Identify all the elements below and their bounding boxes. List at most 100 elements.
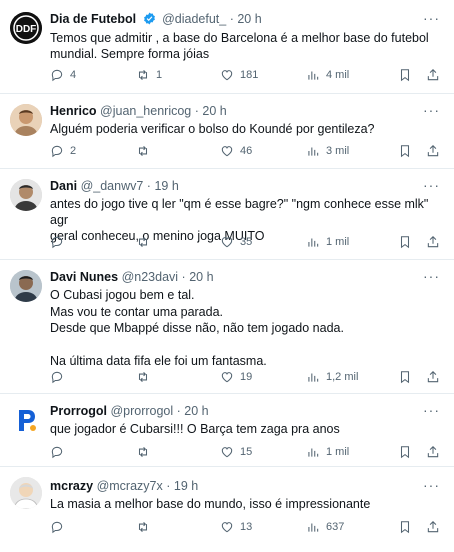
heart-icon (221, 146, 233, 157)
more-options-icon[interactable]: ··· (423, 477, 440, 493)
display-name[interactable]: Dia de Futebol (50, 12, 136, 26)
reply-button[interactable]: 2 (50, 144, 76, 158)
separator-dot: · (146, 179, 151, 193)
share-button[interactable] (426, 144, 440, 158)
retweet-icon (138, 521, 148, 533)
handle[interactable]: @_danwv7 (81, 179, 144, 193)
reply-button[interactable] (50, 235, 70, 249)
tweet-card[interactable]: Dani @_danwv7 · 19 h ··· antes do jogo t… (0, 169, 454, 260)
view-count: 4 mil (326, 69, 350, 81)
reply-button[interactable] (50, 520, 70, 534)
bookmark-button[interactable] (398, 445, 412, 459)
retweet-button[interactable] (136, 445, 156, 459)
avatar[interactable] (10, 179, 42, 211)
view-count: 1 mil (326, 446, 350, 458)
tweet-feed: DDF Dia de Futebol @diadefut_ · 20 h ···… (0, 0, 454, 552)
tweet-text: Temos que admitir , a base do Barcelona … (50, 31, 429, 61)
timestamp[interactable]: 20 h (189, 270, 213, 284)
handle[interactable]: @mcrazy7x (97, 479, 163, 493)
display-name[interactable]: Davi Nunes (50, 270, 118, 284)
ddf-logo-icon: DDF (10, 12, 42, 44)
retweet-button[interactable] (136, 144, 156, 158)
views-button[interactable]: 1,2 mil (306, 370, 358, 384)
more-options-icon[interactable]: ··· (423, 402, 440, 418)
bookmark-button[interactable] (398, 235, 412, 249)
reply-button[interactable]: 4 (50, 68, 76, 82)
like-button[interactable]: 19 (220, 370, 252, 384)
timestamp[interactable]: 19 h (154, 179, 178, 193)
share-button[interactable] (426, 520, 440, 534)
more-options-icon[interactable]: ··· (423, 268, 440, 284)
like-button[interactable]: 13 (220, 520, 252, 534)
reply-button[interactable] (50, 445, 70, 459)
tweet-header: Prorrogol @prorrogol · 20 h (50, 404, 414, 418)
retweet-button[interactable] (136, 370, 156, 384)
share-button[interactable] (426, 370, 440, 384)
like-button[interactable]: 35 (220, 235, 252, 249)
like-count: 181 (240, 69, 259, 81)
separator-dot: · (181, 270, 186, 284)
display-name[interactable]: mcrazy (50, 479, 93, 493)
tweet-header: Henrico @juan_henricog · 20 h (50, 104, 414, 118)
tweet-header: Dani @_danwv7 · 19 h (50, 179, 414, 193)
timestamp[interactable]: 20 h (237, 12, 261, 26)
views-button[interactable]: 1 mil (306, 445, 349, 459)
share-button[interactable] (426, 445, 440, 459)
retweet-button[interactable] (136, 520, 156, 534)
handle[interactable]: @juan_henricog (100, 104, 191, 118)
views-button[interactable]: 1 mil (306, 235, 349, 249)
reply-icon (51, 521, 63, 534)
view-count: 637 (326, 521, 345, 533)
avatar[interactable] (10, 104, 42, 136)
more-options-icon[interactable]: ··· (423, 10, 440, 26)
display-name[interactable]: Prorrogol (50, 404, 107, 418)
more-options-icon[interactable]: ··· (423, 177, 440, 193)
timestamp[interactable]: 20 h (202, 104, 226, 118)
tweet-card[interactable]: Davi Nunes @n23davi · 20 h ··· O Cubasi … (0, 260, 454, 394)
separator-dot: · (229, 12, 234, 26)
reply-icon (51, 145, 63, 158)
bookmark-button[interactable] (398, 68, 412, 82)
display-name[interactable]: Dani (50, 179, 77, 193)
retweet-button[interactable]: 1 (136, 68, 162, 82)
views-button[interactable]: 3 mil (306, 144, 349, 158)
display-name[interactable]: Henrico (50, 104, 97, 118)
handle[interactable]: @diadefut_ (162, 12, 226, 26)
bookmark-button[interactable] (398, 144, 412, 158)
verified-badge-icon (143, 12, 155, 25)
retweet-icon (138, 446, 148, 458)
tweet-card[interactable]: Prorrogol @prorrogol · 20 h ··· que joga… (0, 394, 454, 467)
bookmark-button[interactable] (398, 370, 412, 384)
share-button[interactable] (426, 68, 440, 82)
avatar[interactable] (10, 404, 42, 436)
timestamp[interactable]: 20 h (184, 404, 208, 418)
like-button[interactable]: 15 (220, 445, 252, 459)
avatar[interactable] (10, 477, 42, 509)
avatar[interactable] (10, 270, 42, 302)
more-options-icon[interactable]: ··· (423, 102, 440, 118)
tweet-text: O Cubasi jogou bem e tal. Mas vou te con… (50, 288, 344, 368)
tweet-card[interactable]: DDF Dia de Futebol @diadefut_ · 20 h ···… (0, 0, 454, 94)
bookmark-icon (400, 145, 410, 158)
bookmark-button[interactable] (398, 520, 412, 534)
views-button[interactable]: 637 (306, 520, 344, 534)
share-icon (427, 69, 439, 81)
handle[interactable]: @n23davi (122, 270, 178, 284)
reply-button[interactable] (50, 370, 70, 384)
like-button[interactable]: 46 (220, 144, 252, 158)
timestamp[interactable]: 19 h (174, 479, 198, 493)
tweet-text: La masia a melhor base do mundo, isso é … (50, 497, 371, 511)
user-photo-icon (10, 179, 42, 211)
views-button[interactable]: 4 mil (306, 68, 349, 82)
tweet-card[interactable]: mcrazy @mcrazy7x · 19 h ··· La masia a m… (0, 467, 454, 552)
tweet-card[interactable]: Henrico @juan_henricog · 20 h ··· Alguém… (0, 94, 454, 169)
like-button[interactable]: 181 (220, 68, 258, 82)
like-count: 15 (240, 446, 253, 458)
avatar[interactable]: DDF (10, 12, 42, 44)
handle[interactable]: @prorrogol (110, 404, 173, 418)
reply-count: 2 (70, 145, 77, 157)
retweet-button[interactable] (136, 235, 156, 249)
bookmark-icon (400, 236, 410, 249)
share-button[interactable] (426, 235, 440, 249)
user-photo-icon (10, 477, 42, 509)
